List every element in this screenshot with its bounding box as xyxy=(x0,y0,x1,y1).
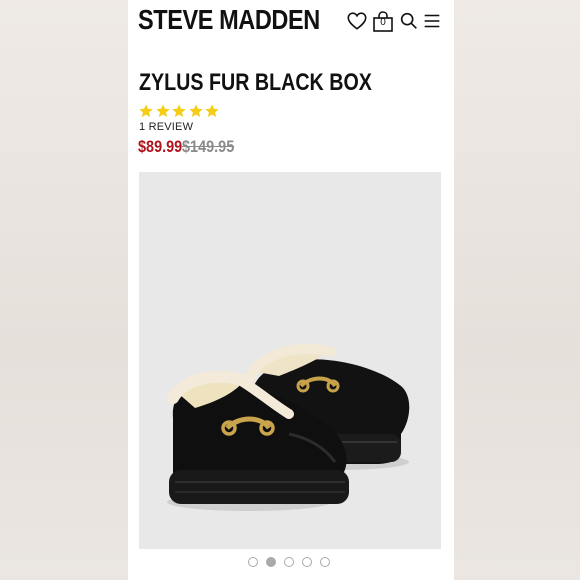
reviews-link[interactable]: 1 REVIEW xyxy=(139,121,193,133)
product-page: STEVE MADDEN 0 ZYLUS FUR BLACK BOX 1 REV… xyxy=(128,0,454,580)
carousel-dot[interactable] xyxy=(248,557,258,567)
carousel-dots xyxy=(248,557,338,567)
wishlist-button[interactable] xyxy=(346,10,370,34)
loafers-illustration xyxy=(167,344,410,511)
background-left xyxy=(0,0,128,580)
bag-button[interactable]: 0 xyxy=(372,10,396,34)
menu-button[interactable] xyxy=(422,10,446,34)
bag-count: 0 xyxy=(380,17,386,28)
product-title: ZYLUS FUR BLACK BOX xyxy=(139,69,372,96)
star-icon xyxy=(172,104,186,117)
background-right xyxy=(452,0,580,580)
carousel-dot[interactable] xyxy=(284,557,294,567)
rating-stars[interactable] xyxy=(138,103,221,121)
site-header: STEVE MADDEN 0 xyxy=(128,0,454,44)
brand-logo[interactable]: STEVE MADDEN xyxy=(138,2,320,38)
menu-icon xyxy=(424,14,440,28)
product-image[interactable] xyxy=(139,172,441,549)
search-button[interactable] xyxy=(398,10,422,34)
star-icon xyxy=(155,104,170,117)
star-icon xyxy=(188,104,203,117)
heart-icon xyxy=(347,12,367,30)
sale-price: $89.99 xyxy=(138,137,183,156)
carousel-dot[interactable] xyxy=(320,557,330,567)
star-icon xyxy=(205,104,219,117)
carousel-dot[interactable] xyxy=(266,557,276,567)
original-price: $149.95 xyxy=(182,137,235,156)
star-icon xyxy=(139,104,153,117)
carousel-dot[interactable] xyxy=(302,557,312,567)
search-icon xyxy=(400,12,417,29)
